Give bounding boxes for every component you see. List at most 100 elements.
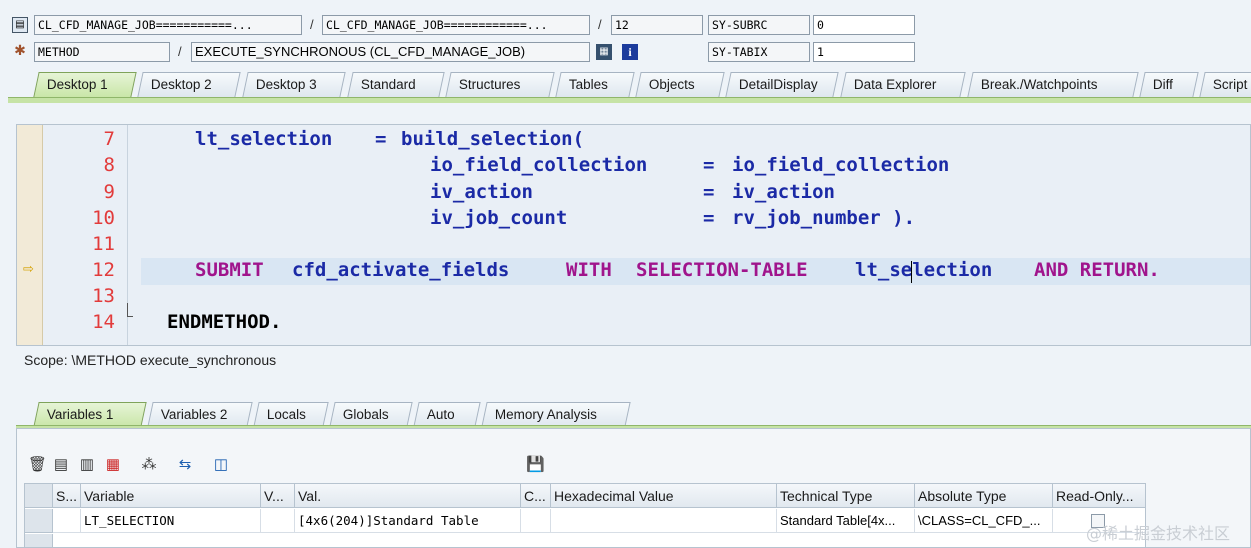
sysvar-name-field[interactable]: SY-TABIX (708, 42, 810, 62)
column-header-status[interactable]: S... (53, 484, 81, 508)
tab-desktop-1[interactable]: Desktop 1 (33, 72, 137, 97)
watermark: @稀土掘金技术社区 (1086, 524, 1231, 543)
tab-memory-analysis[interactable]: Memory Analysis (481, 402, 631, 427)
insert-row-icon[interactable]: ▤ (52, 456, 70, 474)
desktop-tabbar: Desktop 1 Desktop 2 Desktop 3 Standard S… (0, 72, 1251, 98)
tab-structures[interactable]: Structures (445, 72, 555, 97)
sysvar-value-field[interactable]: 1 (813, 42, 915, 62)
cell-c (521, 509, 551, 533)
block-end-marker (127, 303, 133, 317)
display-icon[interactable]: ▦ (596, 44, 612, 60)
column-header-technical-type[interactable]: Technical Type (777, 484, 915, 508)
sysvar-name-field[interactable]: SY-SUBRC (708, 15, 810, 35)
code-keyword: ENDMETHOD. (167, 311, 282, 333)
tab-auto[interactable]: Auto (413, 402, 481, 427)
scope-label: Scope: \METHOD execute_synchronous (24, 352, 277, 368)
tab-desktop-2[interactable]: Desktop 2 (137, 72, 241, 97)
program-field[interactable]: CL_CFD_MANAGE_JOB===========... (34, 15, 302, 35)
column-header-value[interactable]: Val. (295, 484, 521, 508)
code-token: iv_action (732, 181, 835, 203)
include-field[interactable]: CL_CFD_MANAGE_JOB============... (322, 15, 590, 35)
source-icon[interactable]: ▤ (12, 17, 28, 33)
tab-locals[interactable]: Locals (253, 402, 329, 427)
tab-globals[interactable]: Globals (329, 402, 413, 427)
column-header-hex[interactable]: Hexadecimal Value (551, 484, 777, 508)
save-icon[interactable]: 💾 (526, 456, 545, 474)
tab-variables-2[interactable]: Variables 2 (147, 402, 253, 427)
info-icon[interactable]: i (622, 44, 638, 60)
line-number: 14 (92, 311, 115, 333)
tab-breakpoints[interactable]: Break./Watchpoints (967, 72, 1139, 97)
cell-status (53, 509, 81, 533)
sysvar-value-field[interactable]: 0 (813, 15, 915, 35)
tab-diff[interactable]: Diff (1139, 72, 1199, 97)
code-token: io_field_collection (430, 154, 648, 176)
cell-absolute-type: \CLASS=CL_CFD_... (915, 509, 1053, 533)
cell-value[interactable]: [4x6(204)]Standard Table (295, 509, 521, 533)
source-code-editor[interactable]: ⇨ 7 8 9 10 11 12 13 14 lt_selection = bu… (16, 124, 1251, 346)
column-header-absolute-type[interactable]: Absolute Type (915, 484, 1053, 508)
remove-row-icon[interactable]: ▦ (104, 456, 122, 474)
code-keyword: SELECTION-TABLE (636, 259, 808, 281)
column-header-read-only[interactable]: Read-Only... (1053, 484, 1145, 508)
separator-slash: / (178, 44, 182, 59)
desktop-area (8, 103, 1251, 121)
code-token: cfd_activate_fields (292, 259, 510, 281)
filter-icon[interactable]: ◫ (212, 456, 230, 474)
code-keyword: WITH (566, 259, 612, 281)
delete-icon[interactable]: 🗑 (28, 456, 47, 474)
column-header-variable[interactable]: Variable (81, 484, 261, 508)
code-token: = (375, 128, 387, 150)
row-selector[interactable] (25, 534, 53, 547)
line-number: 8 (103, 154, 115, 176)
transfer-icon[interactable]: ⇆ (176, 456, 194, 474)
column-header-v[interactable]: V... (261, 484, 295, 508)
tab-data-explorer[interactable]: Data Explorer (840, 72, 966, 97)
code-token: build_selection( (401, 128, 585, 150)
line-number: 12 (92, 259, 115, 281)
column-header-c[interactable]: C... (521, 484, 551, 508)
code-token: = (703, 181, 715, 203)
code-token: rv_job_number ). (732, 207, 916, 229)
line-numbers: 7 8 9 10 11 12 13 14 (43, 125, 127, 345)
hierarchy-icon[interactable]: ⁂ (140, 456, 158, 474)
append-row-icon[interactable]: ▥ (78, 456, 96, 474)
code-token: iv_job_count (430, 207, 568, 229)
line-number: 7 (103, 128, 115, 150)
tab-variables-1[interactable]: Variables 1 (33, 402, 147, 427)
separator-slash: / (598, 17, 602, 32)
tab-objects[interactable]: Objects (635, 72, 725, 97)
event-name-field[interactable]: EXECUTE_SYNCHRONOUS (CL_CFD_MANAGE_JOB) (191, 42, 590, 62)
line-number: 11 (92, 233, 115, 255)
tab-standard[interactable]: Standard (347, 72, 445, 97)
line-number-field[interactable]: 12 (611, 15, 703, 35)
variables-grid[interactable]: S... Variable V... Val. C... Hexadecimal… (24, 483, 1146, 548)
row-selector[interactable] (25, 509, 53, 533)
code-token: iv_action (430, 181, 533, 203)
line-number: 10 (92, 207, 115, 229)
separator-slash: / (310, 17, 314, 32)
tab-tables[interactable]: Tables (555, 72, 635, 97)
current-line-marker-icon: ⇨ (23, 261, 34, 276)
breakpoint-gutter[interactable] (17, 125, 43, 345)
tab-script[interactable]: Script (1199, 72, 1251, 97)
code-token: lt_selection (195, 128, 333, 150)
cell-technical-type: Standard Table[4x... (777, 509, 915, 533)
code-token: lt_selection (855, 259, 993, 281)
cell-hex (551, 509, 777, 533)
code-token: = (703, 154, 715, 176)
code-token: io_field_collection (732, 154, 950, 176)
code-keyword: AND RETURN. (1034, 259, 1160, 281)
tab-detaildisplay[interactable]: DetailDisplay (725, 72, 839, 97)
event-type-field[interactable]: METHOD (34, 42, 170, 62)
row-selector-header[interactable] (25, 484, 53, 508)
line-number: 9 (103, 181, 115, 203)
cell-variable[interactable]: LT_SELECTION (81, 509, 261, 533)
line-number: 13 (92, 285, 115, 307)
cell-v (261, 509, 295, 533)
method-icon: ✱ (14, 42, 26, 58)
code-keyword: SUBMIT (195, 259, 264, 281)
tab-desktop-3[interactable]: Desktop 3 (242, 72, 346, 97)
code-token: = (703, 207, 715, 229)
text-cursor (911, 261, 912, 283)
